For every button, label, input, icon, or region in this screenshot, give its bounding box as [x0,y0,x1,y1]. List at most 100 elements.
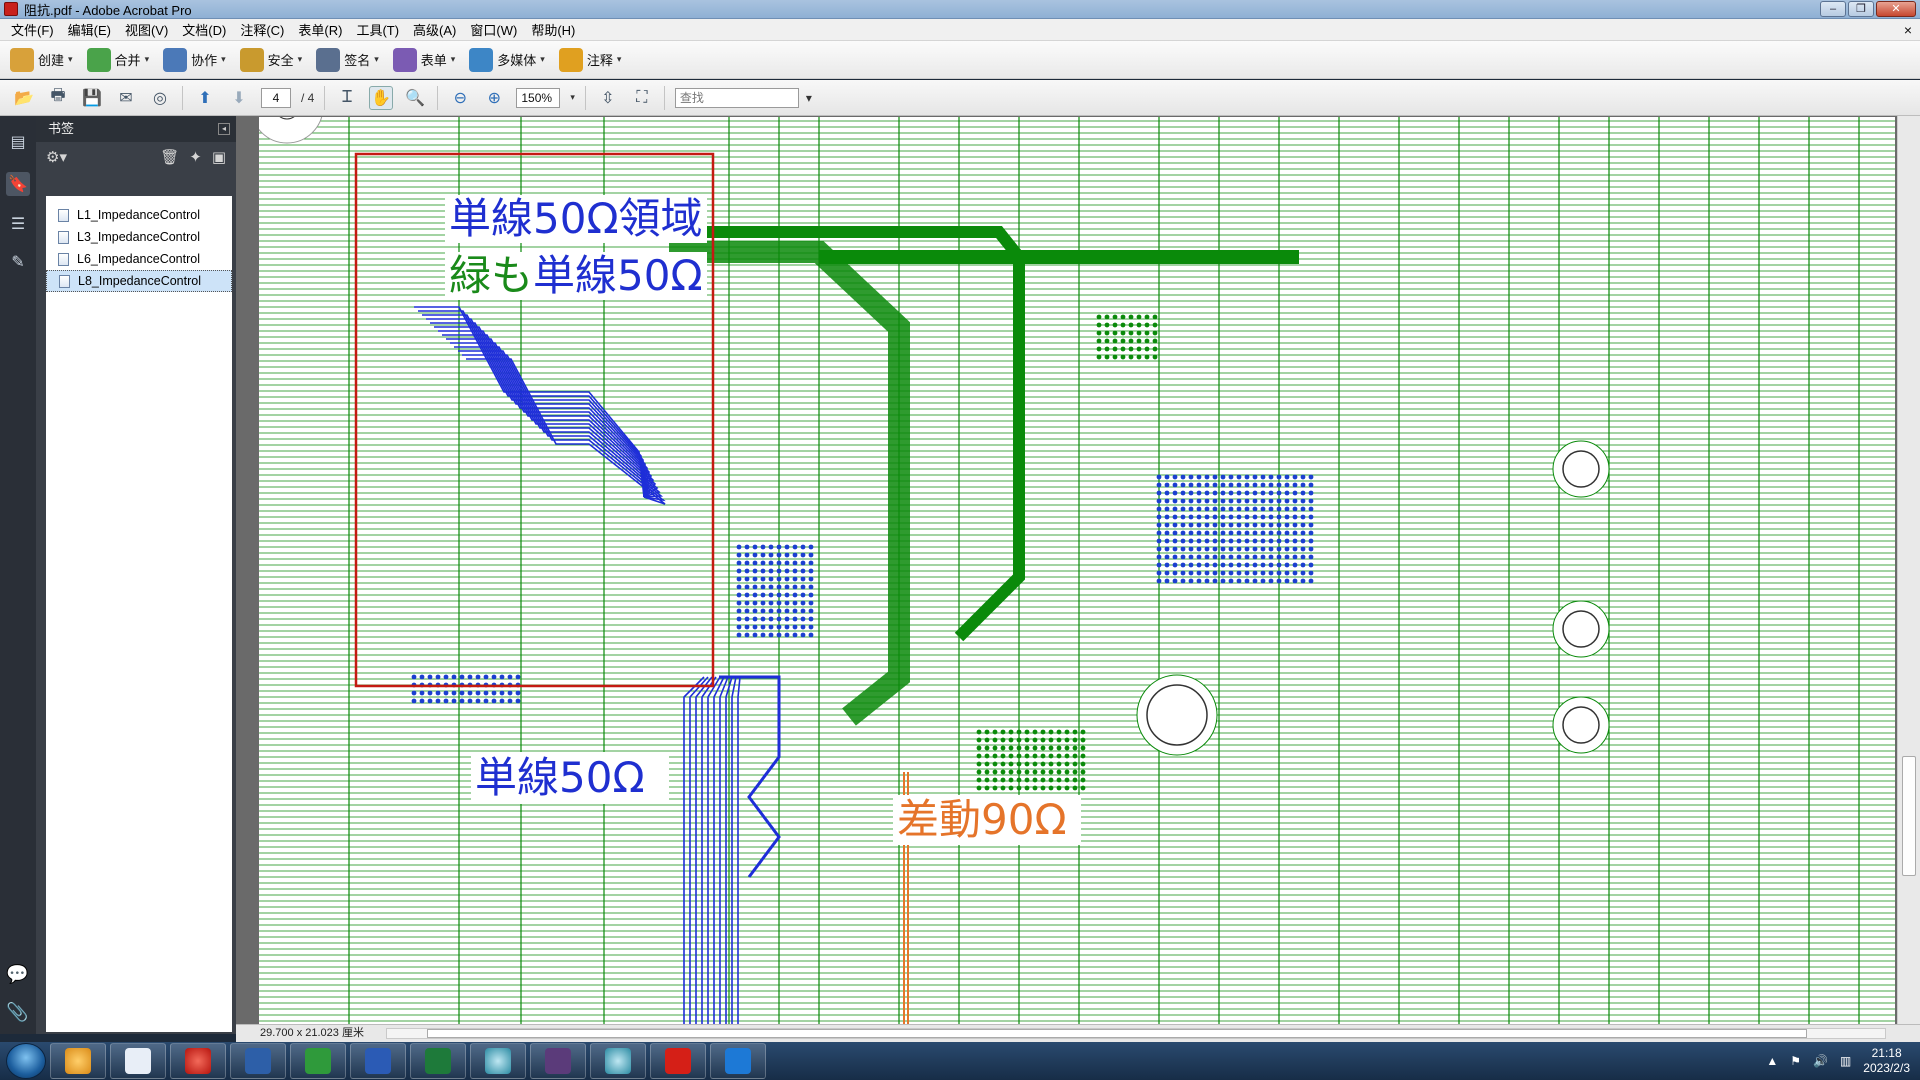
task-button-2[interactable]: 协作 ▾ [163,47,226,72]
via-pad [1276,506,1282,512]
options-gear-icon[interactable]: ⚙▾ [46,148,67,166]
taskbar-app-notepad[interactable] [110,1043,166,1079]
action-center-flag-icon[interactable]: ⚑ [1790,1054,1801,1068]
via-pad [1244,482,1250,488]
zoom-dropdown-icon[interactable]: ▾ [570,92,575,103]
email-icon[interactable]: ✉ [114,86,138,110]
menu-window[interactable]: 窗口(W) [463,20,524,39]
menu-tools[interactable]: 工具(T) [349,20,406,39]
taskbar-app-blue-arrow[interactable] [710,1043,766,1079]
via-pad [768,560,774,566]
layers-panel-icon[interactable]: ☰ [6,212,30,236]
menu-help[interactable]: 帮助(H) [524,20,582,39]
attachments-panel-icon[interactable]: 📎 [6,1002,28,1023]
zoom-out-icon[interactable]: ⊖ [448,86,472,110]
taskbar-app-word[interactable] [350,1043,406,1079]
volume-icon[interactable]: 🔊 [1813,1054,1828,1068]
show-hidden-icons-icon[interactable]: ▲ [1766,1054,1778,1068]
taskbar-app-excel[interactable] [410,1043,466,1079]
bookmarks-panel-icon[interactable]: 🔖 [6,172,30,196]
bookmark-from-structure-icon[interactable]: ▣ [212,148,226,166]
task-button-6[interactable]: 多媒体 ▾ [469,47,545,72]
select-text-icon[interactable]: Ꮖ [335,86,359,110]
restore-button[interactable]: ❐ [1848,1,1874,17]
scroll-mode-icon[interactable]: ⇳ [596,86,620,110]
via-pad [1204,538,1210,544]
bookmark-item[interactable]: L6_ImpedanceControl [46,248,232,270]
via-pad [1260,514,1266,520]
menu-document[interactable]: 文档(D) [175,20,233,39]
pdf-page[interactable]: 単線50Ω領域 緑も単線50Ω 単線50Ω 差動90Ω [259,117,1895,1024]
via-pad [1212,554,1218,560]
document-close-icon[interactable]: × [1904,22,1912,38]
task-button-0[interactable]: 创建 ▾ [10,47,73,72]
save-icon[interactable]: 💾 [80,86,104,110]
next-page-icon[interactable]: ⬇ [227,86,251,110]
menu-file[interactable]: 文件(F) [4,20,61,39]
print-icon[interactable]: 🖶 [46,86,70,110]
via-pad [411,698,417,704]
taskbar-app-acrobat[interactable] [650,1043,706,1079]
via-pad [1220,578,1226,584]
new-bookmark-icon[interactable]: ✦ [189,148,202,166]
horizontal-scroll-thumb[interactable] [427,1029,1807,1038]
via-pad [744,616,750,622]
vertical-scrollbar[interactable] [1897,116,1920,1024]
minimize-button[interactable]: – [1820,1,1846,17]
via-pad [419,690,425,696]
via-pad [1260,546,1266,552]
fit-page-icon[interactable]: ⛶ [630,86,654,110]
taskbar-app-green-p[interactable] [290,1043,346,1079]
via-pad [752,576,758,582]
previous-page-icon[interactable]: ⬆ [193,86,217,110]
signatures-panel-icon[interactable]: ✎ [6,250,30,274]
page-number-input[interactable]: 4 [261,87,291,108]
collapse-panel-icon[interactable]: ◂ [218,123,230,135]
taskbar-app-shell[interactable] [50,1043,106,1079]
zoom-level-select[interactable]: 150% [516,87,561,108]
taskbar-app-save-disk[interactable] [230,1043,286,1079]
via-pad [768,616,774,622]
via-pad [800,608,806,614]
via-pad [1292,514,1298,520]
horizontal-scrollbar[interactable] [386,1028,1886,1039]
task-button-3[interactable]: 安全 ▾ [239,47,302,72]
task-button-1[interactable]: 合并 ▾ [86,47,149,72]
comments-panel-icon[interactable]: 💬 [6,964,28,985]
via-pad [1180,570,1186,576]
close-button[interactable]: ✕ [1876,1,1916,17]
via-pad [1228,570,1234,576]
bookmark-item[interactable]: L3_ImpedanceControl [46,226,232,248]
taskbar-app-eye2[interactable] [590,1043,646,1079]
taskbar-app-cross[interactable] [530,1043,586,1079]
vertical-scroll-thumb[interactable] [1902,756,1916,876]
menu-view[interactable]: 视图(V) [118,20,175,39]
menu-forms[interactable]: 表单(R) [291,20,349,39]
share-globe-icon[interactable]: ◎ [148,86,172,110]
menu-comments[interactable]: 注释(C) [233,20,291,39]
find-input[interactable]: 查找 [674,87,812,108]
via-pad [744,552,750,558]
network-icon[interactable]: ▥ [1840,1054,1851,1068]
via-pad [1008,769,1014,775]
taskbar-app-eye[interactable] [470,1043,526,1079]
via-pad [736,560,742,566]
start-button[interactable] [6,1043,46,1079]
via-pad [1032,745,1038,751]
clock[interactable]: 21:18 2023/2/3 [1863,1046,1910,1076]
hand-tool-icon[interactable]: ✋ [369,85,394,110]
menu-edit[interactable]: 编辑(E) [61,20,118,39]
task-button-4[interactable]: 签名 ▾ [316,47,379,72]
bookmark-item[interactable]: L8_ImpedanceControl [46,270,232,292]
open-folder-icon[interactable]: 📂 [12,86,36,110]
bookmark-item[interactable]: L1_ImpedanceControl [46,204,232,226]
zoom-in-icon[interactable]: ⊕ [482,86,506,110]
marquee-zoom-icon[interactable]: 🔍 [403,86,427,110]
task-button-7[interactable]: 注释 ▾ [558,47,621,72]
delete-bookmark-icon[interactable]: 🗑 [160,148,179,166]
task-button-5[interactable]: 表单 ▾ [392,47,455,72]
via-pad [1016,729,1022,735]
menu-advanced[interactable]: 高级(A) [406,20,463,39]
pages-panel-icon[interactable]: ▤ [6,130,30,154]
taskbar-app-red-swirl[interactable] [170,1043,226,1079]
